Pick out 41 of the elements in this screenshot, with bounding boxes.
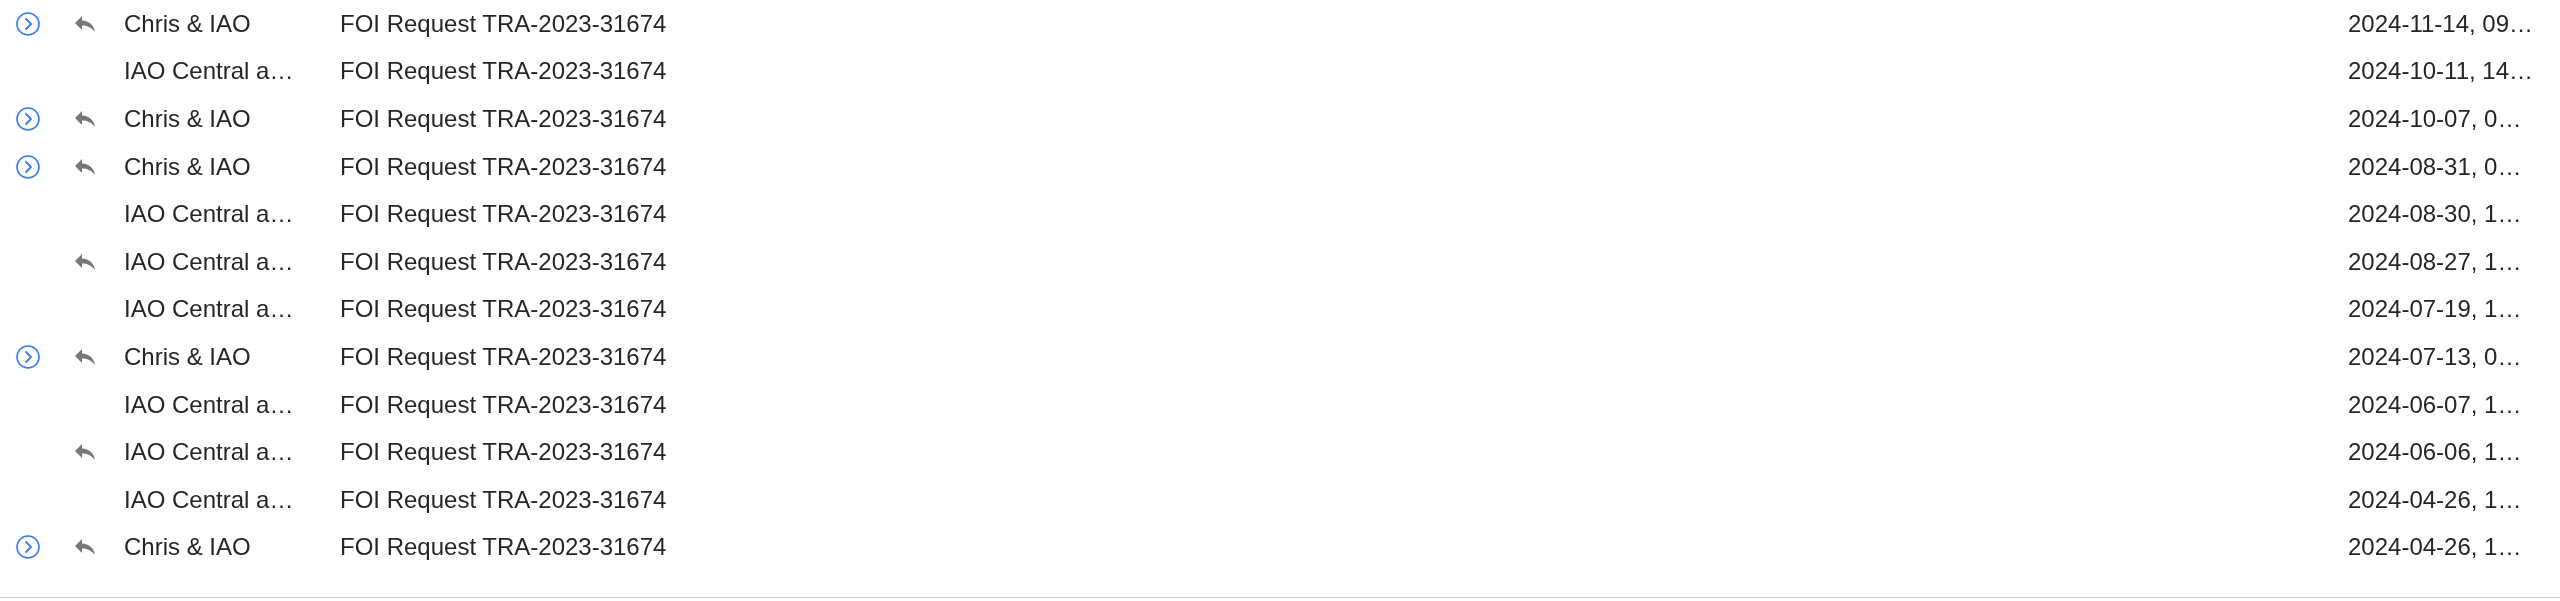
sender-name: Chris & IAO [124, 9, 252, 38]
message-date: 2024-04-26, 1… [2348, 485, 2523, 514]
message-date: 2024-06-06, 1… [2348, 438, 2523, 467]
sender-name: IAO Central a… [124, 390, 295, 419]
message-subject: FOI Request TRA-2023-31674 [340, 390, 668, 419]
message-date: 2024-06-07, 1… [2348, 390, 2523, 419]
message-date: 2024-08-31, 0… [2348, 152, 2523, 181]
message-subject: FOI Request TRA-2023-31674 [340, 152, 668, 181]
sender-name: Chris & IAO [124, 533, 252, 562]
thread-chevron-icon[interactable] [16, 344, 40, 369]
sender-name: IAO Central a… [124, 57, 295, 86]
sender-name: Chris & IAO [124, 105, 252, 133]
sender-name: Chris & IAO [124, 152, 252, 181]
sender-name: IAO Central a… [124, 295, 295, 324]
message-subject: FOI Request TRA-2023-31674 [340, 295, 668, 324]
message-date: 2024-08-27, 1… [2348, 247, 2523, 276]
sender-name: Chris & IAO [124, 342, 252, 371]
message-date: 2024-04-26, 1… [2348, 533, 2523, 562]
message-date: 2024-10-11, 14… [2348, 57, 2534, 86]
message-subject: FOI Request TRA-2023-31674 [340, 533, 668, 562]
message-subject: FOI Request TRA-2023-31674 [340, 342, 668, 371]
message-subject: FOI Request TRA-2023-31674 [340, 438, 668, 467]
message-date: 2024-07-19, 1… [2348, 295, 2523, 324]
thread-chevron-icon[interactable] [16, 11, 40, 36]
sender-name: IAO Central a… [124, 485, 295, 514]
message-subject: FOI Request TRA-2023-31674 [340, 9, 668, 38]
message-subject: FOI Request TRA-2023-31674 [340, 105, 668, 133]
message-subject: FOI Request TRA-2023-31674 [340, 200, 668, 229]
thread-chevron-icon[interactable] [16, 535, 40, 560]
thread-chevron-icon[interactable] [16, 107, 40, 131]
sender-name: IAO Central a… [124, 247, 295, 276]
message-date: 2024-10-07, 0… [2348, 105, 2523, 133]
message-subject: FOI Request TRA-2023-31674 [340, 57, 668, 86]
sender-name: IAO Central a… [124, 200, 295, 229]
thread-chevron-icon[interactable] [16, 154, 40, 179]
message-subject: FOI Request TRA-2023-31674 [340, 247, 668, 276]
message-subject: FOI Request TRA-2023-31674 [340, 485, 668, 514]
message-date: 2024-08-30, 1… [2348, 200, 2523, 229]
message-date: 2024-11-14, 09… [2348, 9, 2534, 38]
message-date: 2024-07-13, 0… [2348, 342, 2523, 371]
sender-name: IAO Central a… [124, 438, 295, 467]
